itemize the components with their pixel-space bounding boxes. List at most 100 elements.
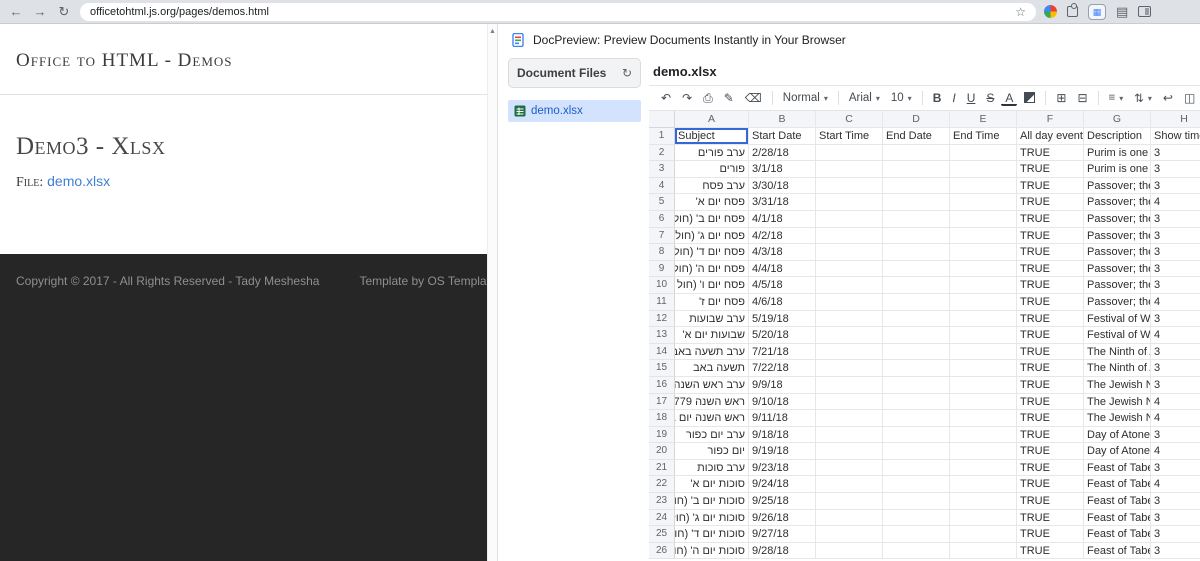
cell-F14[interactable]: TRUE [1017, 343, 1084, 361]
multi-window-icon[interactable] [1138, 6, 1152, 17]
cell-B5[interactable]: 3/31/18 [749, 194, 816, 211]
cell-A1[interactable]: Subject [675, 128, 749, 145]
cell-A13[interactable]: שבועות יום א' [675, 327, 749, 344]
footer-template-credit[interactable]: Template by OS Templates [359, 274, 497, 288]
cell-C11[interactable] [816, 293, 883, 311]
row-header-18[interactable]: 18 [649, 410, 675, 427]
cell-E10[interactable] [950, 277, 1017, 294]
cell-E19[interactable] [950, 426, 1017, 444]
file-link[interactable]: demo.xlsx [47, 173, 110, 189]
row-header-14[interactable]: 14 [649, 343, 675, 361]
cell-D25[interactable] [883, 526, 950, 543]
cell-F17[interactable]: TRUE [1017, 393, 1084, 411]
cell-F21[interactable]: TRUE [1017, 459, 1084, 477]
cell-C7[interactable] [816, 227, 883, 245]
cell-G15[interactable]: The Ninth of Av; [1084, 360, 1151, 377]
bold-button[interactable]: B [929, 90, 946, 106]
page-scrollbar[interactable]: ▲ [487, 24, 497, 561]
row-header-2[interactable]: 2 [649, 144, 675, 162]
col-header-D[interactable]: D [883, 111, 950, 128]
cell-G9[interactable]: Passover; the Fe [1084, 260, 1151, 278]
cell-B1[interactable]: Start Date [749, 128, 816, 145]
cell-B20[interactable]: 9/19/18 [749, 443, 816, 460]
cell-D7[interactable] [883, 227, 950, 245]
cell-F25[interactable]: TRUE [1017, 526, 1084, 543]
cell-H2[interactable]: 3 [1151, 145, 1200, 162]
cell-H20[interactable]: 4 [1151, 443, 1200, 460]
cell-B10[interactable]: 4/5/18 [749, 277, 816, 294]
cell-D24[interactable] [883, 509, 950, 527]
cell-C2[interactable] [816, 144, 883, 162]
cell-F13[interactable]: TRUE [1017, 327, 1084, 344]
cell-D20[interactable] [883, 443, 950, 460]
cell-G18[interactable]: The Jewish New [1084, 410, 1151, 427]
cell-D26[interactable] [883, 542, 950, 560]
file-list-item-selected[interactable]: demo.xlsx [508, 100, 641, 122]
cell-E20[interactable] [950, 443, 1017, 460]
cell-D18[interactable] [883, 410, 950, 427]
cell-C12[interactable] [816, 310, 883, 328]
cell-G13[interactable]: Festival of Week [1084, 327, 1151, 344]
row-header-17[interactable]: 17 [649, 393, 675, 411]
row-header-3[interactable]: 3 [649, 161, 675, 178]
cell-D3[interactable] [883, 161, 950, 178]
cell-H7[interactable]: 3 [1151, 228, 1200, 245]
cell-G2[interactable]: Purim is one of t [1084, 144, 1151, 162]
cell-B4[interactable]: 3/30/18 [749, 177, 816, 195]
cell-E15[interactable] [950, 360, 1017, 377]
text-wrap-icon[interactable]: ↩ [1159, 90, 1177, 106]
cell-H23[interactable]: 3 [1151, 493, 1200, 510]
bookmark-star-icon[interactable]: ☆ [1015, 5, 1026, 19]
col-header-F[interactable]: F [1017, 111, 1084, 128]
cell-C23[interactable] [816, 493, 883, 510]
row-header-15[interactable]: 15 [649, 360, 675, 377]
cell-G14[interactable]: The Ninth of Av; [1084, 343, 1151, 361]
cell-A16[interactable]: ערב ראש השנה [675, 376, 749, 394]
cell-D9[interactable] [883, 260, 950, 278]
col-header-B[interactable]: B [749, 111, 816, 128]
cell-H13[interactable]: 4 [1151, 327, 1200, 344]
cell-A21[interactable]: ערב סוכות [675, 459, 749, 477]
forward-icon[interactable]: → [32, 5, 48, 18]
cell-E25[interactable] [950, 526, 1017, 543]
row-header-16[interactable]: 16 [649, 376, 675, 394]
cell-B16[interactable]: 9/9/18 [749, 376, 816, 394]
cell-H17[interactable]: 4 [1151, 394, 1200, 411]
row-header-22[interactable]: 22 [649, 476, 675, 494]
cell-F6[interactable]: TRUE [1017, 210, 1084, 228]
cell-D14[interactable] [883, 343, 950, 361]
cell-G23[interactable]: Feast of Taberna [1084, 493, 1151, 510]
url-text[interactable]: officetohtml.js.org/pages/demos.html [90, 6, 1009, 18]
cell-H26[interactable]: 3 [1151, 543, 1200, 560]
cell-E16[interactable] [950, 376, 1017, 394]
cell-E1[interactable]: End Time [950, 128, 1017, 145]
cell-C17[interactable] [816, 393, 883, 411]
cell-F16[interactable]: TRUE [1017, 376, 1084, 394]
cell-E3[interactable] [950, 161, 1017, 178]
cell-C24[interactable] [816, 509, 883, 527]
cell-H12[interactable]: 3 [1151, 311, 1200, 328]
cell-H25[interactable]: 3 [1151, 526, 1200, 543]
cell-F10[interactable]: TRUE [1017, 277, 1084, 294]
address-bar[interactable]: officetohtml.js.org/pages/demos.html ☆ [80, 2, 1036, 21]
cell-F18[interactable]: TRUE [1017, 410, 1084, 427]
cell-D22[interactable] [883, 476, 950, 494]
cell-A9[interactable]: פסח יום ה' (חול המועד) [675, 260, 749, 278]
cell-B2[interactable]: 2/28/18 [749, 144, 816, 162]
cell-F20[interactable]: TRUE [1017, 443, 1084, 460]
cell-C1[interactable]: Start Time [816, 128, 883, 145]
paint-format-icon[interactable]: ✎ [720, 90, 738, 106]
cell-C15[interactable] [816, 360, 883, 377]
cell-H24[interactable]: 3 [1151, 510, 1200, 527]
row-header-4[interactable]: 4 [649, 177, 675, 195]
cell-G19[interactable]: Day of Atoneme [1084, 426, 1151, 444]
cell-C19[interactable] [816, 426, 883, 444]
col-header-E[interactable]: E [950, 111, 1017, 128]
cell-G11[interactable]: Passover; the Fe [1084, 293, 1151, 311]
undo-icon[interactable]: ↶ [657, 90, 675, 106]
cell-F9[interactable]: TRUE [1017, 260, 1084, 278]
cell-E12[interactable] [950, 310, 1017, 328]
cell-H19[interactable]: 3 [1151, 427, 1200, 444]
cell-H15[interactable]: 3 [1151, 360, 1200, 377]
cell-E6[interactable] [950, 210, 1017, 228]
